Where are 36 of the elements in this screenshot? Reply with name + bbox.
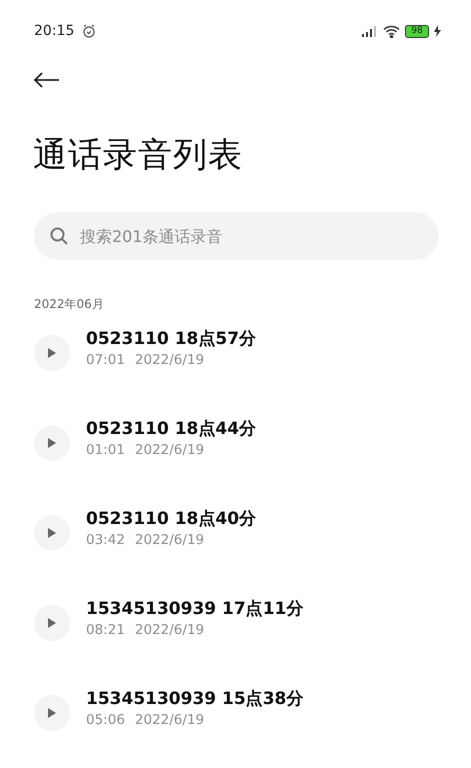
recording-duration: 07:01 bbox=[86, 352, 125, 368]
recording-duration: 01:01 bbox=[86, 442, 125, 458]
recording-title[interactable]: 15345130939 17点11分 bbox=[86, 596, 304, 620]
page-title: 通话录音列表 bbox=[33, 134, 244, 177]
search-field[interactable]: 搜索201条通话录音 bbox=[34, 212, 439, 260]
play-icon bbox=[48, 528, 56, 538]
play-button[interactable] bbox=[34, 425, 70, 461]
recording-title[interactable]: 0523110 18点57分 bbox=[86, 326, 256, 350]
play-button[interactable] bbox=[34, 695, 70, 731]
status-time: 20:15 bbox=[34, 23, 74, 39]
recording-date: 2022/6/19 bbox=[134, 532, 204, 548]
play-icon bbox=[48, 618, 56, 628]
month-header: 2022年06月 bbox=[34, 296, 105, 313]
recording-title[interactable]: 0523110 18点40分 bbox=[86, 506, 256, 530]
play-icon bbox=[48, 348, 56, 358]
recording-date: 2022/6/19 bbox=[134, 442, 204, 458]
search-icon bbox=[50, 227, 68, 245]
recording-duration: 03:42 bbox=[86, 532, 125, 548]
alarm-clock-icon bbox=[82, 24, 96, 38]
recording-date: 2022/6/19 bbox=[134, 712, 204, 728]
back-arrow-icon[interactable] bbox=[34, 72, 60, 88]
recording-date: 2022/6/19 bbox=[134, 352, 204, 368]
play-button[interactable] bbox=[34, 605, 70, 641]
recording-duration: 05:06 bbox=[86, 712, 125, 728]
wifi-icon bbox=[383, 24, 400, 38]
play-icon bbox=[48, 438, 56, 448]
play-button[interactable] bbox=[34, 515, 70, 551]
recording-title[interactable]: 15345130939 15点38分 bbox=[86, 686, 304, 710]
signal-icon bbox=[362, 26, 378, 36]
recording-duration: 08:21 bbox=[86, 622, 125, 638]
battery-icon: 98 bbox=[405, 24, 429, 38]
play-button[interactable] bbox=[34, 335, 70, 371]
play-icon bbox=[48, 708, 56, 718]
charging-icon bbox=[434, 25, 441, 37]
recording-date: 2022/6/19 bbox=[134, 622, 204, 638]
recording-title[interactable]: 0523110 18点44分 bbox=[86, 416, 256, 440]
